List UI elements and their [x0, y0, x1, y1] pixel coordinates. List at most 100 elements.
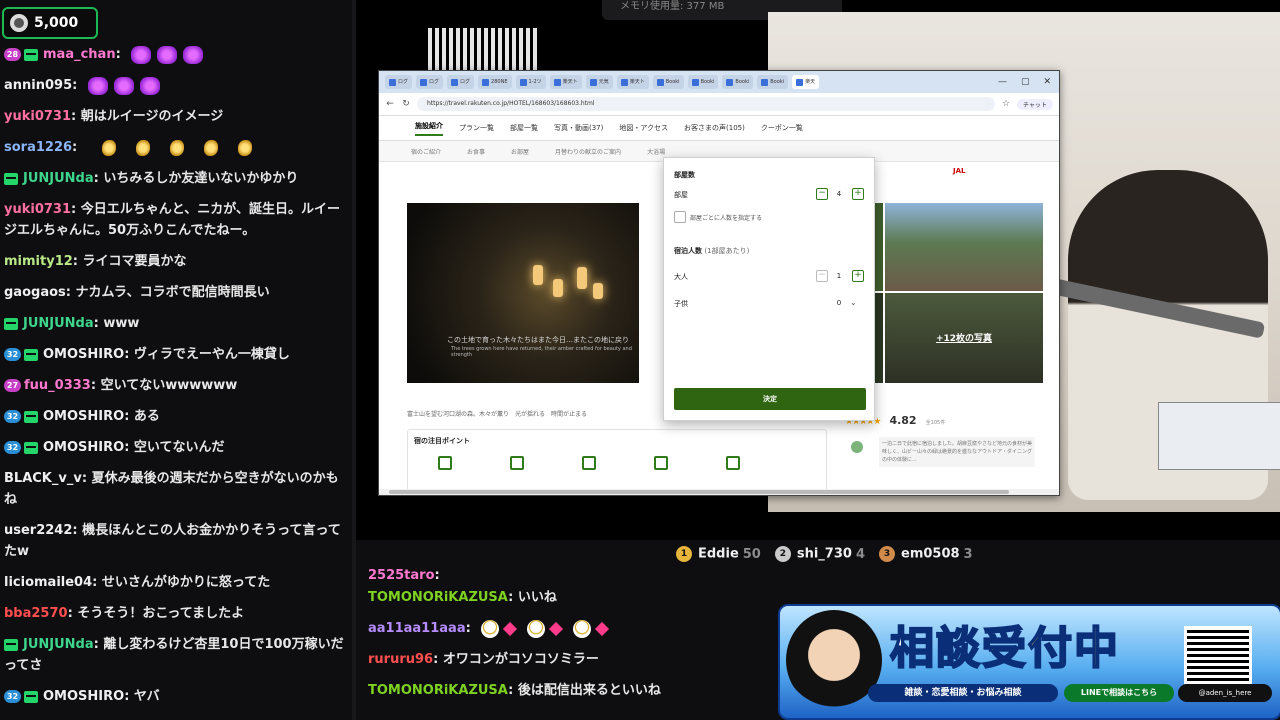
tab-hotel-nav[interactable]: 地図・アクセス: [619, 123, 668, 133]
subnav-item[interactable]: 大浴場: [647, 147, 665, 156]
hotel-photo-more[interactable]: +12枚の写真: [885, 293, 1043, 383]
chat-username[interactable]: yuki0731: [4, 202, 71, 217]
tab-hotel-nav[interactable]: クーポン一覧: [761, 123, 803, 133]
chat-username[interactable]: OMOSHIRO: [43, 347, 124, 362]
subnav-item[interactable]: 宿のご紹介: [411, 147, 441, 156]
per-room-checkbox[interactable]: [674, 211, 686, 223]
chat-username[interactable]: OMOSHIRO: [43, 689, 124, 704]
hotel-photo[interactable]: [875, 293, 883, 383]
subscriber-badge: 32: [4, 410, 21, 423]
chat-username[interactable]: bba2570: [4, 606, 68, 621]
chat-username[interactable]: maa_chan: [43, 47, 116, 62]
browser-tab[interactable]: Booki: [687, 75, 719, 89]
room-count: 4: [836, 190, 842, 198]
tab-label: 楽天ト: [562, 79, 578, 85]
hotel-photo[interactable]: [885, 203, 1043, 291]
video-caption: この土地で育った木々たちはまた今日…またこの地に戻り: [447, 336, 629, 344]
reload-icon[interactable]: ↻: [401, 99, 411, 109]
chat-text: せいさんがゆかりに怒ってた: [101, 575, 271, 590]
subnav-item[interactable]: 月替わりの献立のご案内: [555, 147, 621, 156]
chat-username[interactable]: fuu_0333: [24, 378, 91, 393]
chat-username[interactable]: user2242: [4, 523, 72, 538]
chat-message: 32 OMOSHIRO: ある: [4, 406, 344, 427]
colon: :: [92, 575, 102, 590]
duck-emote-icon: [573, 619, 592, 638]
chat-username[interactable]: BLACK_v_v: [4, 471, 82, 486]
leaderboard-count: 3: [963, 546, 973, 562]
chat-username[interactable]: JUNJUNda: [23, 171, 94, 186]
adult-minus-button[interactable]: −: [816, 270, 828, 282]
overlay-chat-message: aa11aa11aaa:: [368, 619, 788, 650]
browser-tab[interactable]: 楽天ト: [549, 75, 582, 89]
star-icon[interactable]: ☆: [1001, 99, 1011, 109]
tab-label: 楽天: [805, 79, 816, 85]
browser-tab[interactable]: Booki: [652, 75, 684, 89]
browser-tab[interactable]: 1-2ツ: [515, 75, 546, 89]
subnav-item[interactable]: お食事: [467, 147, 485, 156]
colon: :: [67, 606, 78, 621]
browser-tab[interactable]: Booki: [757, 75, 789, 89]
chat-username[interactable]: annin095: [4, 78, 72, 93]
tab-hotel-nav[interactable]: 部屋一覧: [510, 123, 538, 133]
channel-points-icon: [10, 14, 28, 32]
chat-text: ある: [133, 409, 160, 424]
favicon-icon: [726, 78, 734, 86]
chat-username[interactable]: gaogaos: [4, 285, 66, 300]
colon: :: [124, 409, 134, 424]
close-icon[interactable]: ✕: [1043, 77, 1051, 87]
room-minus-button[interactable]: −: [816, 188, 828, 200]
chat-text: www: [103, 316, 140, 331]
tab-label: 元気: [598, 79, 609, 85]
scrollbar-thumb[interactable]: [389, 490, 1009, 494]
more-photos-link[interactable]: +12枚の写真: [885, 331, 1043, 344]
chat-text: ナカムラ、コラボで配信時間長い: [75, 285, 270, 300]
chat-message: bba2570: そうそう！おこってましたよ: [4, 603, 344, 624]
tab-hotel-nav[interactable]: プラン一覧: [459, 123, 494, 133]
tab-hotel-nav[interactable]: お客さまの声(105): [684, 123, 745, 133]
chat-username[interactable]: mimity12: [4, 254, 73, 269]
subnav-item[interactable]: お部屋: [511, 147, 529, 156]
chat-username[interactable]: sora1226: [4, 140, 72, 155]
back-icon[interactable]: ←: [385, 99, 395, 109]
chat-username[interactable]: JUNJUNda: [23, 316, 94, 331]
chevron-down-icon[interactable]: ⌄: [850, 298, 857, 307]
chat-username[interactable]: OMOSHIRO: [43, 409, 124, 424]
gold-emote-icon: [135, 139, 150, 156]
horizontal-scrollbar[interactable]: [379, 489, 1059, 495]
favicon-icon: [389, 78, 396, 86]
gift-badge-icon: [4, 638, 18, 651]
review-summary[interactable]: ★★★★★ 4.82 全105件 一泊二日で此宿に宿泊しました。胡麻豆腐やさなど…: [845, 409, 1035, 489]
hotel-video[interactable]: この土地で育った木々たちはまた今日…またこの地に戻り The trees gro…: [407, 203, 639, 383]
colon: :: [434, 568, 440, 583]
browser-tab[interactable]: Booki: [722, 75, 754, 89]
decide-button[interactable]: 決定: [674, 388, 866, 410]
rank-icon: 1: [676, 546, 692, 562]
browser-tab[interactable]: 楽天: [792, 75, 820, 89]
tab-hotel-nav[interactable]: 施設紹介: [415, 121, 443, 136]
chat-username[interactable]: liciomaile04: [4, 575, 92, 590]
channel-points-button[interactable]: 5,000: [2, 7, 98, 39]
tab-hotel-nav[interactable]: 写真・動画(37): [554, 123, 603, 133]
chat-username[interactable]: OMOSHIRO: [43, 440, 124, 455]
tab-label: Booki: [735, 79, 750, 85]
minimize-icon[interactable]: —: [998, 77, 1007, 87]
browser-tab[interactable]: ログ: [447, 75, 475, 89]
review-count[interactable]: 全105件: [926, 420, 946, 426]
favicon-icon: [796, 78, 804, 86]
room-plus-button[interactable]: +: [852, 188, 864, 200]
favicon-icon: [482, 78, 490, 86]
child-count: 0: [836, 299, 842, 307]
browser-tab[interactable]: 280NE: [478, 75, 512, 89]
browser-tab[interactable]: ログ: [385, 75, 413, 89]
bow-emote-icon: [139, 76, 160, 95]
chat-username[interactable]: JUNJUNda: [23, 637, 94, 652]
hotel-photo[interactable]: [875, 203, 883, 291]
maximize-icon[interactable]: ▢: [1021, 77, 1030, 87]
chat-ai-button[interactable]: チャット: [1017, 98, 1053, 110]
browser-tab[interactable]: 楽天ト: [616, 75, 649, 89]
browser-tab[interactable]: 元気: [585, 75, 613, 89]
adult-plus-button[interactable]: +: [852, 270, 864, 282]
browser-tab[interactable]: ログ: [416, 75, 444, 89]
chat-username[interactable]: yuki0731: [4, 109, 71, 124]
url-field[interactable]: https://travel.rakuten.co.jp/HOTEL/16860…: [417, 97, 996, 111]
